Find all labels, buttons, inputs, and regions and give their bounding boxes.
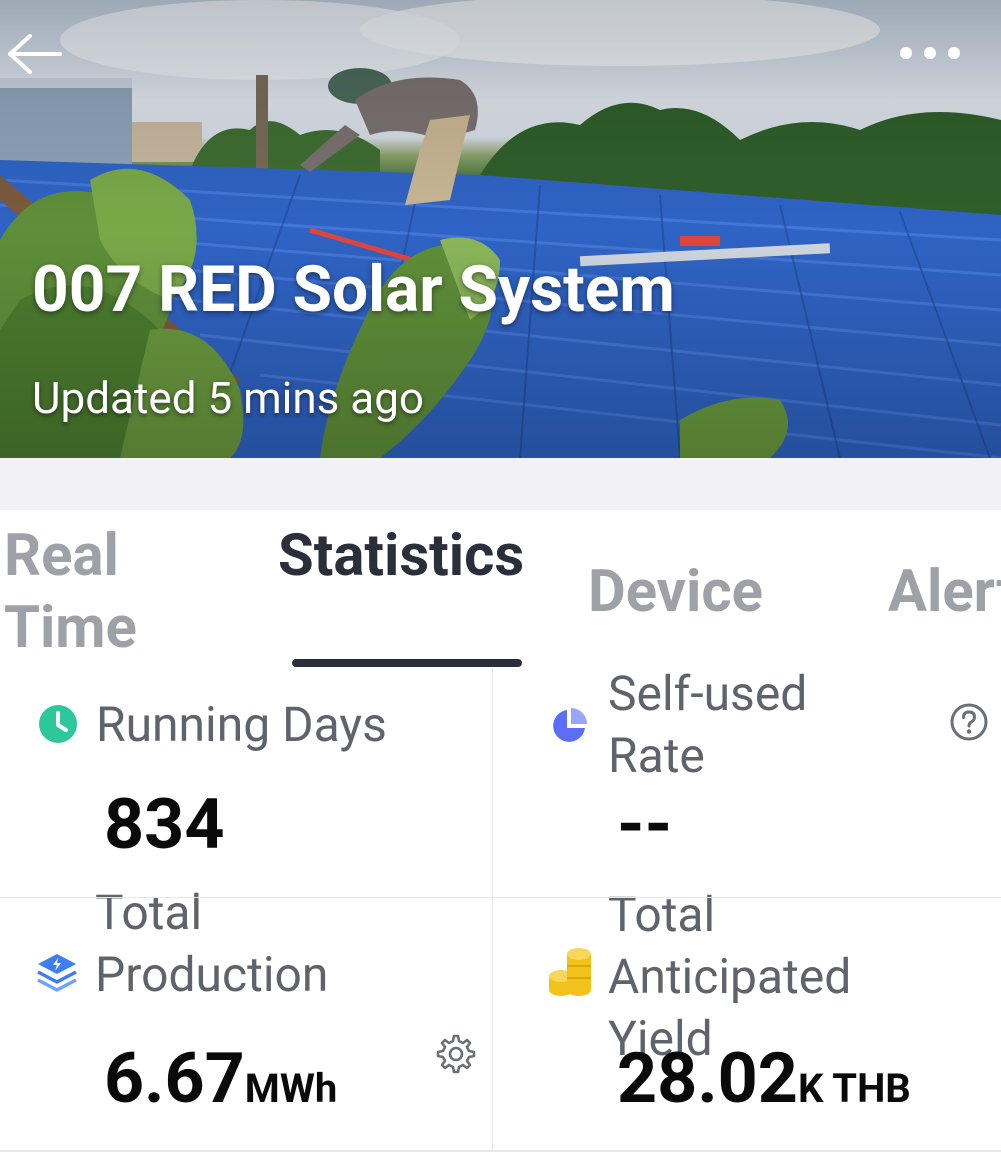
back-button[interactable]	[6, 32, 64, 76]
self-used-rate-value: --	[617, 784, 673, 866]
gear-icon[interactable]	[436, 1034, 476, 1074]
total-yield-card: Total Anticipated Yield 28.02K THB	[493, 886, 1001, 1152]
tab-alert[interactable]: Alert	[888, 556, 1001, 628]
total-production-label: Total Production	[95, 884, 329, 1003]
hero-banner: 007 RED Solar System Updated 5 mins ago	[0, 0, 1001, 458]
tab-bar: Real Time Statistics Device Alert	[0, 510, 1001, 670]
tab-statistics[interactable]: Statistics	[278, 520, 548, 592]
grid-divider-horizontal	[0, 897, 1001, 898]
more-options-button[interactable]	[892, 36, 968, 70]
arrow-left-icon	[8, 34, 62, 74]
tab-real-time[interactable]: Real Time	[4, 520, 204, 664]
running-days-label: Running Days	[96, 696, 387, 753]
active-tab-indicator	[292, 659, 522, 667]
tab-device[interactable]: Device	[588, 556, 763, 628]
running-days-value: 834	[104, 784, 225, 866]
total-yield-value-group: 28.02K THB	[617, 1038, 911, 1120]
total-yield-value: 28.02	[617, 1038, 798, 1120]
coins-icon	[549, 948, 591, 996]
total-production-unit: MWh	[244, 1065, 338, 1112]
self-used-rate-label: Self-used Rate	[608, 665, 808, 784]
layers-bolt-icon	[37, 954, 77, 992]
total-production-card: Total Production 6.67MWh	[0, 884, 492, 1152]
question-circle-icon[interactable]	[949, 702, 989, 742]
statistics-grid: Running Days 834 Self-used Rate -- Total…	[0, 665, 1001, 1152]
section-divider	[0, 458, 1001, 510]
pie-chart-icon	[553, 708, 587, 742]
more-horizontal-icon	[900, 47, 960, 59]
plant-title: 007 RED Solar System	[32, 252, 675, 327]
total-production-value-group: 6.67MWh	[104, 1038, 337, 1120]
clock-icon	[39, 705, 77, 743]
update-status: Updated 5 mins ago	[32, 372, 425, 424]
running-days-card: Running Days 834	[0, 668, 492, 897]
self-used-rate-card: Self-used Rate --	[493, 665, 1001, 897]
total-yield-unit: K THB	[797, 1065, 911, 1112]
grid-divider-vertical	[492, 668, 493, 1152]
total-production-value: 6.67	[104, 1038, 245, 1120]
